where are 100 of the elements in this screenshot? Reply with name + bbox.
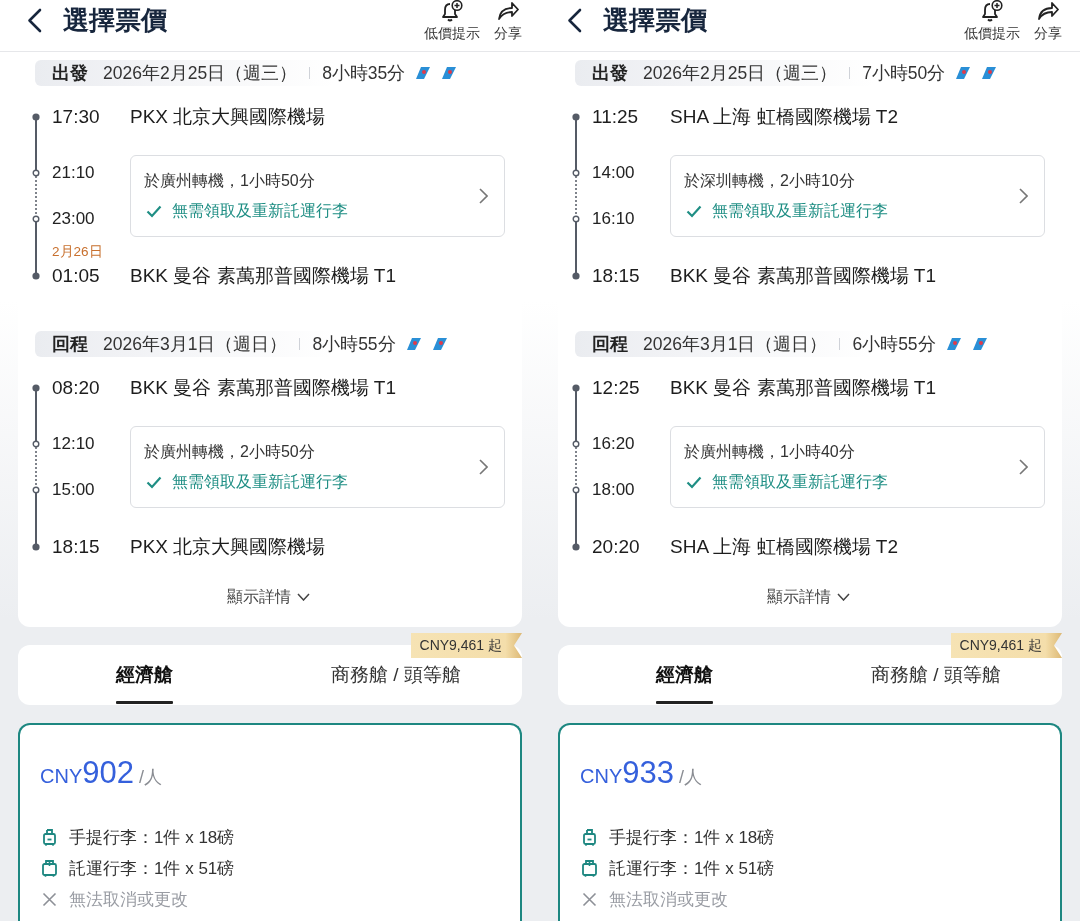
leg-label: 回程 xyxy=(52,333,88,356)
carry-on-bag-icon xyxy=(582,829,597,846)
back-icon[interactable] xyxy=(27,8,42,33)
baggage-note: 無需領取及重新託運行李 xyxy=(172,201,348,221)
transfer-text: 於廣州轉機，2小時50分 xyxy=(144,442,316,462)
airport-name: BKK 曼谷 素萬那普國際機場 T1 xyxy=(670,377,938,399)
transfer-text: 於廣州轉機，1小時50分 xyxy=(144,171,316,191)
fare-condition: 託運行李：1件 x 51磅 xyxy=(69,858,235,880)
transfer-departure-time: 18:00 xyxy=(591,479,636,501)
airline-tail-icon xyxy=(432,338,447,350)
cabin-tab[interactable]: 經濟艙 xyxy=(18,645,270,705)
per-person-label: /人 xyxy=(678,766,702,789)
cabin-tab[interactable]: 經濟艙 xyxy=(558,645,810,705)
share-icon xyxy=(497,0,519,22)
baggage-note: 無需領取及重新託運行李 xyxy=(172,472,348,492)
transfer-arrival-time: 21:10 xyxy=(51,162,96,184)
airline-tail-icon xyxy=(406,338,421,350)
fare-condition: 手提行李：1件 x 18磅 xyxy=(609,827,775,849)
per-person-label: /人 xyxy=(138,766,162,789)
share-button[interactable]: 分享 xyxy=(1034,0,1062,42)
page-title: 選擇票價 xyxy=(603,4,707,37)
transfer-card[interactable]: 於深圳轉機，2小時10分 無需領取及重新託運行李 xyxy=(670,155,1045,237)
transfer-arrival-time: 12:10 xyxy=(51,433,96,455)
transfer-card[interactable]: 於廣州轉機，1小時50分 無需領取及重新託運行李 xyxy=(130,155,505,237)
transfer-text: 於廣州轉機，1小時40分 xyxy=(684,442,856,462)
check-icon xyxy=(146,475,162,489)
airline-tail-icon xyxy=(442,67,457,79)
depart-time: 08:20 xyxy=(51,377,101,399)
depart-time: 12:25 xyxy=(591,377,641,399)
airport-name: BKK 曼谷 素萬那普國際機場 T1 xyxy=(130,377,398,399)
fare-price: CNY902 xyxy=(40,755,134,791)
transfer-card[interactable]: 於廣州轉機，2小時50分 無需領取及重新託運行李 xyxy=(130,426,505,508)
depart-time: 17:30 xyxy=(51,106,101,128)
airport-name: PKX 北京大興國際機場 xyxy=(130,536,327,558)
carry-on-bag-icon xyxy=(42,829,57,846)
airport-name: PKX 北京大興國際機場 xyxy=(130,106,327,128)
fare-condition: 無法取消或更改 xyxy=(69,889,188,911)
cross-icon xyxy=(582,891,597,908)
leg-duration: 7小時50分 xyxy=(862,62,946,85)
price-ribbon-badge: CNY9,461 起 xyxy=(410,633,522,658)
cross-icon xyxy=(42,891,57,908)
chevron-right-icon xyxy=(1019,188,1028,204)
arrival-time: 18:15 xyxy=(591,265,641,287)
suitcase-icon xyxy=(582,860,597,877)
chevron-down-icon xyxy=(297,593,310,601)
leg-date: 2026年2月25日（週三） xyxy=(103,62,298,85)
chevron-right-icon xyxy=(479,459,488,475)
show-details-button[interactable]: 顯示詳情 xyxy=(767,587,850,607)
airline-tail-icon xyxy=(972,338,987,350)
leg-date: 2026年3月1日（週日） xyxy=(643,333,828,356)
leg-duration: 8小時55分 xyxy=(312,333,396,356)
price-alert-button[interactable]: 低價提示 xyxy=(424,0,480,42)
share-button[interactable]: 分享 xyxy=(494,0,522,42)
arrival-time: 18:15 xyxy=(51,536,101,558)
airline-tail-icon xyxy=(416,67,431,79)
fare-condition: 無法取消或更改 xyxy=(609,889,728,911)
chevron-right-icon xyxy=(1019,459,1028,475)
transfer-departure-time: 16:10 xyxy=(591,208,636,230)
airport-name: BKK 曼谷 素萬那普國際機場 T1 xyxy=(130,265,398,287)
leg-label: 回程 xyxy=(592,333,628,356)
share-icon xyxy=(1037,0,1059,22)
leg-date: 2026年3月1日（週日） xyxy=(103,333,288,356)
check-icon xyxy=(686,204,702,218)
airport-name: BKK 曼谷 素萬那普國際機場 T1 xyxy=(670,265,938,287)
leg-duration: 8小時35分 xyxy=(322,62,406,85)
fare-price: CNY933 xyxy=(580,755,674,791)
airport-name: SHA 上海 虹橋國際機場 T2 xyxy=(670,106,900,128)
check-icon xyxy=(686,475,702,489)
baggage-note: 無需領取及重新託運行李 xyxy=(712,472,888,492)
depart-time: 11:25 xyxy=(591,106,640,128)
arrival-time: 01:05 xyxy=(51,265,101,287)
leg-label: 出發 xyxy=(592,62,628,85)
price-alert-button[interactable]: 低價提示 xyxy=(964,0,1020,42)
fare-card[interactable]: CNY902 /人 手提行李：1件 x 18磅 託運行李：1件 x 51磅 無法取消或更改 xyxy=(18,723,522,921)
suitcase-icon xyxy=(42,860,57,877)
price-ribbon-badge: CNY9,461 起 xyxy=(950,633,1062,658)
fare-condition: 手提行李：1件 x 18磅 xyxy=(69,827,235,849)
leg-label: 出發 xyxy=(52,62,88,85)
airline-tail-icon xyxy=(946,338,961,350)
transfer-departure-time: 15:00 xyxy=(51,479,96,501)
transfer-text: 於深圳轉機，2小時10分 xyxy=(684,171,856,191)
transfer-arrival-time: 16:20 xyxy=(591,433,636,455)
back-icon[interactable] xyxy=(567,8,582,33)
chevron-down-icon xyxy=(837,593,850,601)
arrival-time: 20:20 xyxy=(591,536,641,558)
airline-tail-icon xyxy=(956,67,971,79)
page-title: 選擇票價 xyxy=(63,4,167,37)
fare-card[interactable]: CNY933 /人 手提行李：1件 x 18磅 託運行李：1件 x 51磅 無法取消或更改 xyxy=(558,723,1062,921)
baggage-note: 無需領取及重新託運行李 xyxy=(712,201,888,221)
chevron-right-icon xyxy=(479,188,488,204)
transfer-departure-time: 23:00 xyxy=(51,208,96,230)
airport-name: SHA 上海 虹橋國際機場 T2 xyxy=(670,536,900,558)
airline-tail-icon xyxy=(982,67,997,79)
show-details-button[interactable]: 顯示詳情 xyxy=(227,587,310,607)
transfer-card[interactable]: 於廣州轉機，1小時40分 無需領取及重新託運行李 xyxy=(670,426,1045,508)
transfer-arrival-time: 14:00 xyxy=(591,162,636,184)
leg-date: 2026年2月25日（週三） xyxy=(643,62,838,85)
check-icon xyxy=(146,204,162,218)
leg-duration: 6小時55分 xyxy=(852,333,936,356)
arrival-date-note: 2月26日 xyxy=(51,245,104,259)
